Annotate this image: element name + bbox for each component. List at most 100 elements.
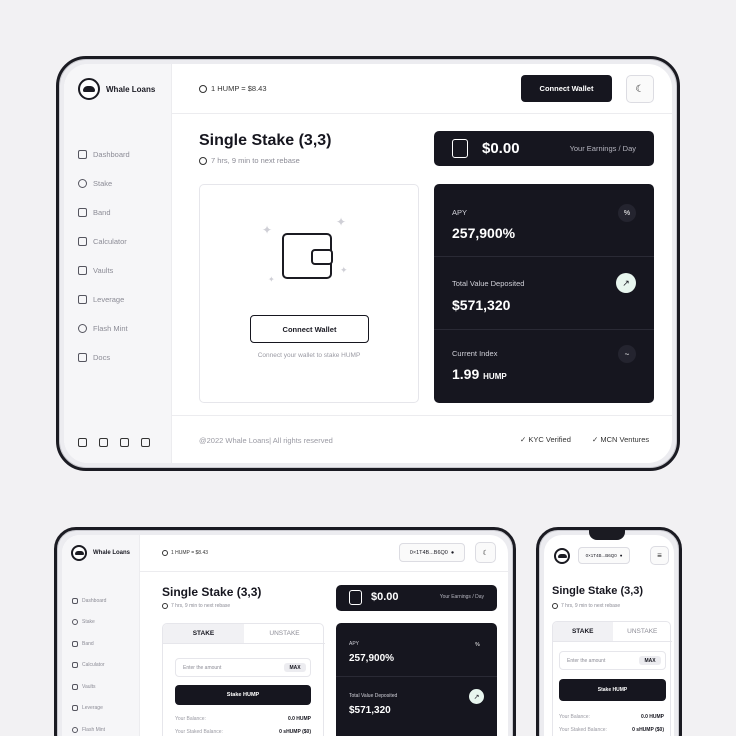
chart-icon — [72, 705, 78, 712]
stake-tabs: STAKE UNSTAKE — [163, 624, 325, 644]
menu-button[interactable]: ≡ — [650, 546, 669, 565]
tab-unstake[interactable]: UNSTAKE — [244, 624, 325, 643]
sidebar-item-label: Dashboard — [82, 597, 107, 604]
sidebar-item-dashboard[interactable]: Dashboard — [78, 140, 130, 169]
whale-logo-icon[interactable] — [554, 548, 570, 564]
staked-row: Your Staked Balance: 0 sHUMP ($0) — [559, 727, 664, 733]
brand-name: Whale Loans — [106, 84, 156, 94]
sidebar-nav: Dashboard Stake Band Calculator Vaults L… — [72, 590, 106, 736]
theme-toggle-button[interactable]: ☾ — [626, 75, 654, 103]
stake-hump-button[interactable]: Stake HUMP — [559, 679, 666, 701]
amount-input[interactable]: Enter the amount MAX — [175, 658, 311, 677]
staked-label: Your Staked Balance: — [175, 729, 223, 735]
sidebar-item-band[interactable]: Band — [72, 633, 106, 655]
earnings-card: $0.00 Your Earnings / Day — [434, 131, 654, 166]
money-bag-icon — [349, 590, 362, 605]
mcn-badge[interactable]: ✓ MCN Ventures — [592, 435, 649, 444]
max-button[interactable]: MAX — [639, 656, 661, 665]
band-icon — [78, 208, 87, 217]
stats-panel: APY 257,900% % Total Value Deposited $57… — [434, 184, 654, 403]
vault-icon — [78, 266, 87, 275]
staked-value: 0 sHUMP ($0) — [279, 729, 311, 735]
brand[interactable]: Whale Loans — [78, 78, 155, 100]
clock-icon — [199, 84, 207, 93]
stat-label: Total Value Deposited — [452, 279, 525, 288]
stat-label: APY — [349, 641, 360, 647]
brand-name: Whale Loans — [93, 550, 131, 556]
sidebar-item-band[interactable]: Band — [78, 198, 130, 227]
stake-card: STAKE UNSTAKE Enter the amount MAX Stake … — [552, 621, 673, 736]
stake-icon — [72, 619, 78, 626]
kyc-badge[interactable]: ✓ KYC Verified — [520, 435, 571, 444]
github-icon[interactable] — [99, 438, 108, 447]
sidebar-item-label: Leverage — [82, 705, 103, 712]
stat-value: $571,320 — [349, 705, 391, 716]
arrow-up-right-icon: ↗ — [616, 273, 636, 293]
stat-value: 257,900% — [452, 225, 516, 241]
earnings-label: Your Earnings / Day — [569, 144, 636, 153]
sidebar-item-label: Leverage — [93, 295, 125, 304]
connect-wallet-card-button[interactable]: Connect Wallet — [250, 315, 369, 343]
rebase-text: 7 hrs, 9 min to next rebase — [211, 156, 300, 165]
rebase-text: 7 hrs, 9 min to next rebase — [171, 603, 231, 609]
sidebar-item-dashboard[interactable]: Dashboard — [72, 590, 106, 612]
sidebar-item-calculator[interactable]: Calculator — [72, 655, 106, 677]
clock-icon — [199, 156, 207, 165]
sidebar-item-label: Calculator — [93, 237, 127, 246]
connect-wallet-button[interactable]: Connect Wallet — [521, 75, 612, 102]
price-text: 1 HUMP = $8.43 — [171, 550, 209, 556]
sidebar-item-calculator[interactable]: Calculator — [78, 227, 130, 256]
sparkle-icon: ✦ — [262, 223, 273, 237]
tablet-small-screen: Whale Loans Dashboard Stake Band Calcula… — [62, 535, 508, 736]
sidebar-item-vaults[interactable]: Vaults — [78, 256, 130, 285]
tablet-large-mockup: Whale Loans Dashboard Stake Band Calcula… — [56, 56, 680, 471]
sidebar-item-flash-mint[interactable]: Flash Mint — [72, 719, 106, 736]
sidebar-item-label: Docs — [93, 353, 111, 362]
stake-hump-button[interactable]: Stake HUMP — [175, 685, 311, 705]
whale-logo-icon — [78, 78, 100, 100]
sidebar-item-leverage[interactable]: Leverage — [78, 285, 130, 314]
sidebar-item-label: Band — [82, 640, 94, 647]
clock-icon — [162, 550, 168, 556]
sidebar-item-vaults[interactable]: Vaults — [72, 676, 106, 698]
rebase-text: 7 hrs, 9 min to next rebase — [561, 603, 621, 609]
money-bag-icon — [452, 139, 468, 158]
sidebar-item-flash-mint[interactable]: Flash Mint — [78, 314, 130, 343]
medium-icon[interactable] — [141, 438, 150, 447]
sidebar-item-label: Flash Mint — [82, 726, 106, 733]
calculator-icon — [78, 237, 87, 246]
wallet-address-button[interactable]: 0×1T4B...B6Q0 ● — [399, 543, 465, 562]
balance-value: 0.0 HUMP — [287, 716, 311, 722]
tab-stake[interactable]: STAKE — [163, 624, 244, 643]
sidebar-item-stake[interactable]: Stake — [72, 612, 106, 634]
rebase-timer: 7 hrs, 9 min to next rebase — [552, 603, 620, 609]
hump-price: 1 HUMP = $8.43 — [199, 84, 267, 93]
balance-row: Your Balance: 0.0 HUMP — [175, 716, 311, 722]
trend-icon: ~ — [618, 345, 636, 363]
sidebar-item-docs[interactable]: Docs — [78, 343, 130, 372]
page-title: Single Stake (3,3) — [162, 585, 262, 599]
stake-icon — [78, 179, 87, 188]
tab-unstake[interactable]: UNSTAKE — [613, 622, 673, 641]
stats-panel: APY 257,900% % Total Value Deposited $57… — [336, 623, 497, 736]
social-links — [78, 438, 150, 447]
tab-stake[interactable]: STAKE — [553, 622, 613, 641]
wallet-icon — [282, 233, 333, 279]
twitter-icon[interactable] — [120, 438, 129, 447]
stat-value: 1.99 — [452, 366, 480, 382]
sidebar-item-leverage[interactable]: Leverage — [72, 698, 106, 720]
moon-icon: ☾ — [482, 549, 489, 557]
calculator-icon — [72, 662, 78, 669]
theme-toggle-button[interactable]: ☾ — [475, 542, 496, 563]
tablet-large-screen: Whale Loans Dashboard Stake Band Calcula… — [64, 64, 672, 463]
staked-row: Your Staked Balance: 0 sHUMP ($0) — [175, 729, 311, 735]
sidebar-item-stake[interactable]: Stake — [78, 169, 130, 198]
amount-input[interactable]: Enter the amount MAX — [559, 651, 666, 670]
sparkle-icon: ✦ — [336, 215, 347, 229]
top-bar: 1 HUMP = $8.43 0×1T4B...B6Q0 ● ☾ — [140, 535, 508, 572]
discord-icon[interactable] — [78, 438, 87, 447]
wallet-address-button[interactable]: 0×1T4B...B6Q0 ● — [578, 547, 630, 564]
max-button[interactable]: MAX — [284, 663, 306, 672]
stat-label: Current Index — [452, 349, 498, 358]
brand[interactable]: Whale Loans — [71, 545, 130, 561]
